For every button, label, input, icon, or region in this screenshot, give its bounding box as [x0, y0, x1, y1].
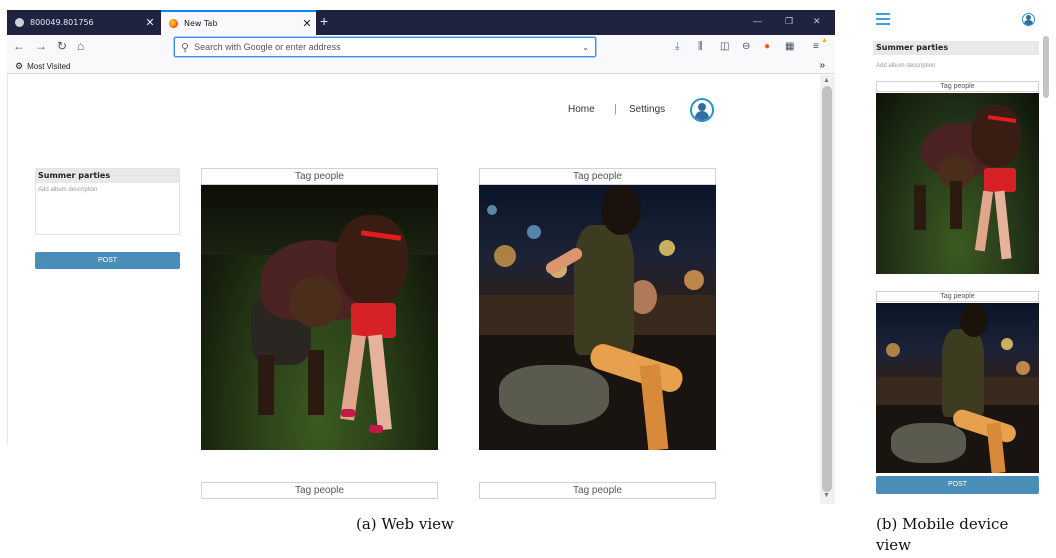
forward-arrow-icon[interactable]: → — [35, 39, 47, 53]
album-description-field[interactable]: Add album description — [876, 63, 935, 69]
tab-label: New Tab — [184, 19, 218, 28]
album-description-field[interactable]: Add album description — [36, 183, 179, 197]
extension-icon[interactable]: ▦ — [785, 41, 794, 52]
scroll-down-icon[interactable]: ▼ — [823, 492, 830, 499]
account-icon[interactable]: ⊖ — [742, 41, 750, 52]
tag-people-button[interactable]: Tag people — [479, 482, 716, 499]
chevron-down-icon[interactable]: ⌄ — [582, 43, 589, 52]
nav-home-link[interactable]: Home — [568, 104, 595, 115]
reload-icon[interactable]: ↻ — [57, 39, 67, 53]
album-title[interactable]: Summer parties — [36, 169, 179, 183]
tab-inactive[interactable]: 800049.801756 ✕ — [7, 10, 159, 35]
scrollbar-thumb[interactable] — [822, 86, 832, 492]
user-avatar-icon[interactable] — [690, 98, 714, 122]
divider — [7, 75, 8, 445]
search-icon: ⚲ — [181, 41, 190, 54]
menu-icon[interactable]: ≡ — [813, 41, 819, 52]
photo[interactable] — [479, 185, 716, 450]
nav-toolbar: ← → ↻ ⌂ ⚲ Search with Google or enter ad… — [7, 35, 835, 59]
scrollbar-thumb[interactable] — [1043, 36, 1049, 98]
tag-people-button[interactable]: Tag people — [201, 168, 438, 185]
minimize-button[interactable]: — — [753, 16, 762, 26]
photo[interactable] — [876, 303, 1039, 473]
album-panel: Summer parties Add album description — [35, 168, 180, 235]
tag-people-button[interactable]: Tag people — [876, 291, 1039, 302]
new-tab-button[interactable]: + — [320, 13, 328, 29]
addon-icon[interactable]: ● — [764, 41, 770, 52]
post-button[interactable]: POST — [35, 252, 180, 269]
tab-active[interactable]: New Tab ✕ — [161, 10, 316, 35]
figure: 800049.801756 ✕ New Tab ✕ + — ❐ ✕ ← → ↻ … — [0, 0, 1056, 558]
address-bar[interactable]: ⚲ Search with Google or enter address ⌄ — [174, 37, 596, 57]
tab-close-icon[interactable]: ✕ — [141, 16, 159, 29]
photo[interactable] — [876, 93, 1039, 274]
back-arrow-icon[interactable]: ← — [13, 39, 25, 53]
post-button[interactable]: POST — [876, 476, 1039, 494]
hamburger-icon[interactable] — [876, 13, 890, 25]
tag-people-button[interactable]: Tag people — [479, 168, 716, 185]
nav-settings-link[interactable]: Settings — [629, 104, 665, 115]
tab-bar: 800049.801756 ✕ New Tab ✕ + — ❐ ✕ — [7, 10, 835, 35]
scroll-up-icon[interactable]: ▲ — [823, 77, 830, 84]
library-icon[interactable]: ⫼ — [698, 41, 703, 52]
download-icon[interactable]: ⤓ — [675, 41, 679, 52]
album-title[interactable]: Summer parties — [873, 41, 1039, 55]
home-icon[interactable]: ⌂ — [77, 39, 84, 53]
site-favicon-icon — [15, 18, 24, 27]
sidebar-icon[interactable]: ◫ — [720, 41, 729, 52]
caption-web-view: (a) Web view — [356, 515, 454, 533]
tag-people-button[interactable]: Tag people — [201, 482, 438, 499]
tab-label: 800049.801756 — [30, 18, 94, 27]
warning-icon: ▲ — [821, 37, 828, 44]
photo[interactable] — [201, 185, 438, 450]
firefox-icon — [169, 19, 178, 28]
user-avatar-icon[interactable] — [1022, 13, 1035, 26]
caption-mobile-view-cont: view — [876, 536, 911, 554]
tab-close-icon[interactable]: ✕ — [298, 17, 316, 30]
mobile-view: Summer parties Add album description Tag… — [873, 5, 1053, 500]
bookmark-most-visited[interactable]: Most Visited — [27, 62, 70, 71]
bookmarks-bar: ⚙ Most Visited » — [7, 59, 835, 74]
restore-button[interactable]: ❐ — [785, 16, 793, 27]
nav-separator: | — [614, 103, 617, 115]
caption-mobile-view: (b) Mobile device — [876, 515, 1009, 533]
gear-icon: ⚙ — [15, 60, 24, 71]
close-window-button[interactable]: ✕ — [813, 16, 821, 27]
address-placeholder: Search with Google or enter address — [194, 42, 341, 52]
chevron-right-icon[interactable]: » — [819, 60, 825, 71]
tag-people-button[interactable]: Tag people — [876, 81, 1039, 92]
